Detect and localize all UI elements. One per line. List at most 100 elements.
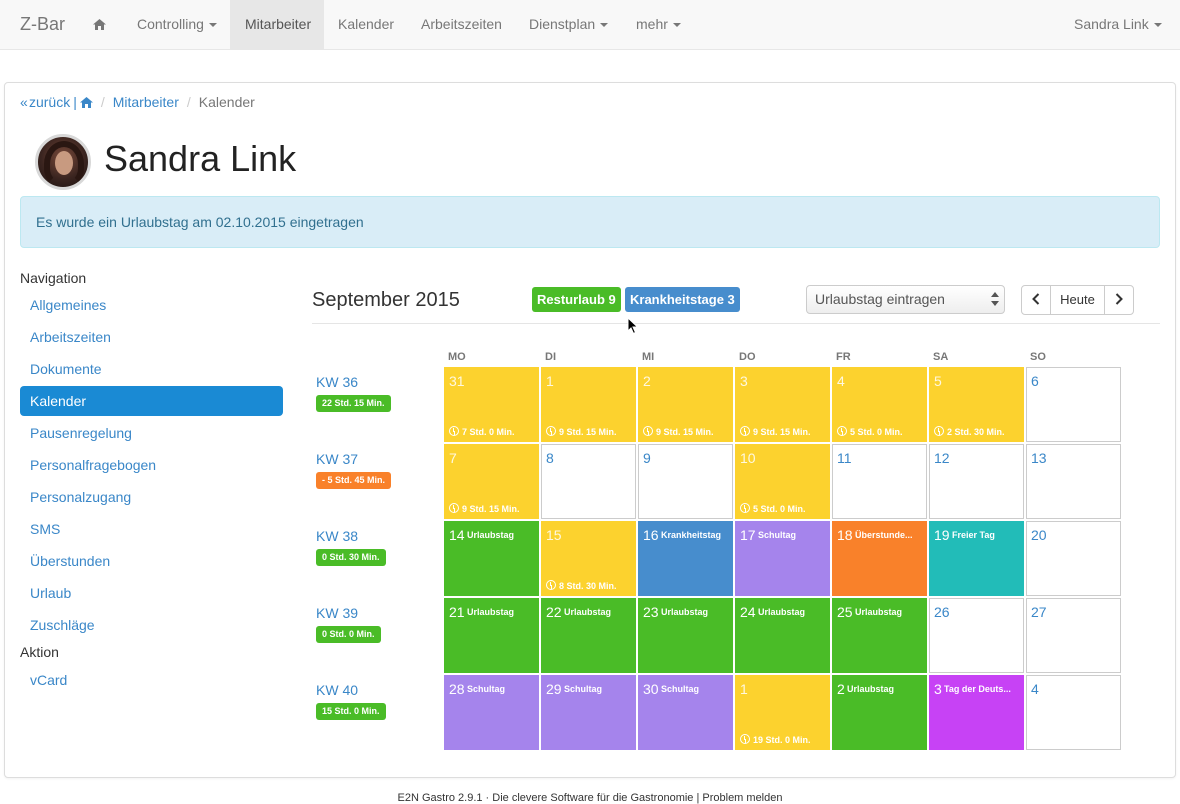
day-number: 22 (546, 604, 562, 620)
day-number: 1 (740, 681, 748, 697)
day-number: 30 (643, 681, 659, 697)
calendar-day-cell[interactable]: 12 (929, 444, 1024, 519)
day-number: 23 (643, 604, 659, 620)
calendar-day-cell[interactable]: 4 (1026, 675, 1121, 750)
avatar (35, 134, 91, 190)
sidebar-item-pausenregelung[interactable]: Pausenregelung (20, 418, 283, 448)
footer-text: E2N Gastro 2.9.1 · Die clevere Software … (397, 792, 783, 804)
nav-kalender[interactable]: Kalender (323, 0, 409, 49)
day-duration: 9 Std. 15 Min. (643, 426, 714, 438)
nav-mehr[interactable]: mehr (621, 0, 696, 49)
home-icon (93, 19, 106, 30)
today-button[interactable]: Heute (1050, 285, 1105, 315)
day-number: 9 (643, 450, 651, 466)
weekday-header: MO (448, 351, 466, 363)
day-duration: 19 Std. 0 Min. (740, 734, 811, 746)
calendar-day-cell[interactable]: 29 Schultag (541, 675, 636, 750)
calendar-day-cell[interactable]: 5 2 Std. 30 Min. (929, 367, 1024, 442)
day-number: 14 (449, 527, 465, 543)
sidebar-item-personalfragebogen[interactable]: Personalfragebogen (20, 450, 283, 480)
sidebar-item-urlaub[interactable]: Urlaub (20, 578, 283, 608)
nav-arbeitszeiten-label: Arbeitszeiten (421, 16, 502, 32)
calendar-day-cell[interactable]: 23 Urlaubstag (638, 598, 733, 673)
week-number-link[interactable]: KW 40 (316, 681, 358, 699)
nav-mitarbeiter-label: Mitarbeiter (245, 16, 312, 32)
sidebar-item-zuschläge[interactable]: Zuschläge (20, 610, 283, 640)
day-number: 29 (546, 681, 562, 697)
calendar-day-cell[interactable]: 25 Urlaubstag (832, 598, 927, 673)
next-month-button[interactable] (1104, 285, 1134, 315)
calendar-day-cell[interactable]: 9 (638, 444, 733, 519)
page-title: Sandra Link (104, 138, 297, 179)
calendar-day-cell[interactable]: 6 (1026, 367, 1121, 442)
calendar-day-cell[interactable]: 4 5 Std. 0 Min. (832, 367, 927, 442)
calendar-day-cell[interactable]: 7 9 Std. 15 Min. (444, 444, 539, 519)
sidebar-item-kalender[interactable]: Kalender (20, 386, 283, 416)
back-link[interactable]: « zurück (20, 94, 70, 110)
nav-user-menu[interactable]: Sandra Link (1059, 0, 1177, 49)
week-number-link[interactable]: KW 36 (316, 373, 358, 391)
krankheitstage-badge[interactable]: Krankheitstage 3 (625, 287, 740, 312)
calendar-day-cell[interactable]: 1 9 Std. 15 Min. (541, 367, 636, 442)
sidebar-item-vcard[interactable]: vCard (20, 665, 283, 695)
sidebar-item-überstunden[interactable]: Überstunden (20, 546, 283, 576)
calendar-day-cell[interactable]: 3 Tag der Deuts... (929, 675, 1024, 750)
day-number: 3 (934, 681, 942, 697)
breadcrumb-mitarbeiter[interactable]: Mitarbeiter (113, 94, 179, 110)
calendar-day-cell[interactable]: 2 9 Std. 15 Min. (638, 367, 733, 442)
entry-type-select[interactable]: Urlaubstag eintragen (806, 285, 1005, 314)
calendar-day-cell[interactable]: 20 (1026, 521, 1121, 596)
sidebar-item-allgemeines[interactable]: Allgemeines (20, 290, 283, 320)
calendar-day-cell[interactable]: 17 Schultag (735, 521, 830, 596)
calendar-day-cell[interactable]: 8 (541, 444, 636, 519)
day-entry-label: Urlaubstag (661, 607, 709, 617)
caret-down-icon (208, 23, 217, 28)
sidebar-item-sms[interactable]: SMS (20, 514, 283, 544)
day-entry-label: Urlaubstag (847, 684, 895, 694)
nav-mitarbeiter[interactable]: Mitarbeiter (230, 0, 324, 49)
week-number-link[interactable]: KW 39 (316, 604, 358, 622)
calendar-day-cell[interactable]: 27 (1026, 598, 1121, 673)
calendar-day-cell[interactable]: 1 19 Std. 0 Min. (735, 675, 830, 750)
brand-logo[interactable]: Z-Bar (20, 0, 65, 50)
calendar-day-cell[interactable]: 10 5 Std. 0 Min. (735, 444, 830, 519)
calendar-day-cell[interactable]: 24 Urlaubstag (735, 598, 830, 673)
calendar-day-cell[interactable]: 18 Überstunde... (832, 521, 927, 596)
calendar-day-cell[interactable]: 30 Schultag (638, 675, 733, 750)
nav-arbeitszeiten[interactable]: Arbeitszeiten (406, 0, 517, 49)
calendar-day-cell[interactable]: 2 Urlaubstag (832, 675, 927, 750)
calendar-day-cell[interactable]: 16 Krankheitstag (638, 521, 733, 596)
week-number-link[interactable]: KW 38 (316, 527, 358, 545)
calendar-day-cell[interactable]: 28 Schultag (444, 675, 539, 750)
nav-dienstplan[interactable]: Dienstplan (514, 0, 623, 49)
breadcrumb-home[interactable] (79, 94, 93, 110)
calendar-day-cell[interactable]: 26 (929, 598, 1024, 673)
nav-controlling[interactable]: Controlling (122, 0, 232, 49)
calendar-day-cell[interactable]: 14 Urlaubstag (444, 521, 539, 596)
sidebar-heading-aktion: Aktion (20, 644, 59, 660)
calendar-day-cell[interactable]: 31 7 Std. 0 Min. (444, 367, 539, 442)
weekday-header: FR (836, 351, 851, 363)
prev-month-button[interactable] (1021, 285, 1051, 315)
weekday-header: DO (739, 351, 756, 363)
info-alert-text: Es wurde ein Urlaubstag am 02.10.2015 ei… (36, 214, 364, 230)
day-duration-text: 2 Std. 30 Min. (947, 427, 1005, 437)
calendar-day-cell[interactable]: 22 Urlaubstag (541, 598, 636, 673)
sidebar-item-personalzugang[interactable]: Personalzugang (20, 482, 283, 512)
day-number: 6 (1031, 373, 1039, 389)
calendar-day-cell[interactable]: 13 (1026, 444, 1121, 519)
calendar-day-cell[interactable]: 11 (832, 444, 927, 519)
resturlaub-badge[interactable]: Resturlaub 9 (532, 287, 621, 312)
day-duration: 9 Std. 15 Min. (740, 426, 811, 438)
calendar-day-cell[interactable]: 3 9 Std. 15 Min. (735, 367, 830, 442)
calendar-day-cell[interactable]: 19 Freier Tag (929, 521, 1024, 596)
sidebar-item-arbeitszeiten[interactable]: Arbeitszeiten (20, 322, 283, 352)
day-entry-label: Freier Tag (952, 530, 995, 540)
calendar-day-cell[interactable]: 15 8 Std. 30 Min. (541, 521, 636, 596)
week-number-link[interactable]: KW 37 (316, 450, 358, 468)
calendar-day-cell[interactable]: 21 Urlaubstag (444, 598, 539, 673)
day-duration-text: 5 Std. 0 Min. (850, 427, 903, 437)
sidebar-item-dokumente[interactable]: Dokumente (20, 354, 283, 384)
nav-home[interactable] (78, 0, 121, 49)
day-number: 21 (449, 604, 465, 620)
